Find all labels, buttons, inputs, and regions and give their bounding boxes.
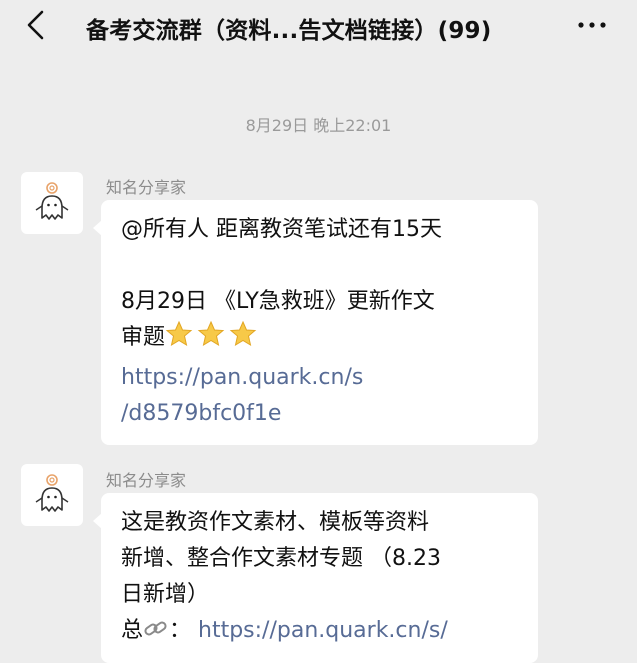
chat-title[interactable]: 备考交流群（资料...告文档链接）(99): [86, 11, 491, 45]
message-bubble[interactable]: @所有人 距离教资笔试还有15天 8月29日 《LY急救班》更新作文 审题 ht…: [93, 200, 538, 445]
star-icon: [165, 320, 257, 347]
stars-rating: [165, 320, 259, 360]
message-text-line: 新增、整合作文素材专题 （8.23: [121, 546, 441, 571]
ghost-avatar-icon: [35, 474, 69, 512]
message-text-line: 这是教资作文素材、模板等资料: [121, 510, 430, 535]
share-link[interactable]: https://pan.quark.cn/s: [121, 360, 518, 396]
message-text: 审题: [121, 325, 166, 350]
chat-header: 备考交流群（资料...告文档链接）(99): [0, 0, 637, 50]
sender-name: 知名分享家: [106, 178, 187, 197]
message-text: 总: [121, 618, 144, 643]
share-link[interactable]: /d8579bfc0f1e: [121, 396, 518, 432]
share-link[interactable]: https://pan.quark.cn/s/: [198, 618, 448, 643]
message-text-line: 日新增）: [121, 582, 210, 607]
link-icon: [144, 621, 167, 636]
message-timestamp: 8月29日 晚上22:01: [245, 116, 392, 135]
message-text-line: 审题: [121, 320, 518, 360]
avatar[interactable]: [21, 172, 83, 234]
avatar[interactable]: [21, 464, 83, 526]
message-text-line: @所有人 距离教资笔试还有15天: [121, 217, 442, 242]
chevron-left-icon[interactable]: [22, 8, 50, 42]
message-text-line: 总 ： https://pan.quark.cn/s/: [121, 613, 518, 649]
message-text-line: 8月29日 《LY急救班》更新作文: [121, 289, 435, 314]
message-bubble[interactable]: 这是教资作文素材、模板等资料 新增、整合作文素材专题 （8.23 日新增） 总 …: [93, 493, 538, 663]
sender-name: 知名分享家: [106, 471, 187, 490]
colon-text: ：: [169, 618, 199, 643]
ghost-avatar-icon: [35, 182, 69, 220]
more-dots-icon[interactable]: [576, 14, 608, 36]
